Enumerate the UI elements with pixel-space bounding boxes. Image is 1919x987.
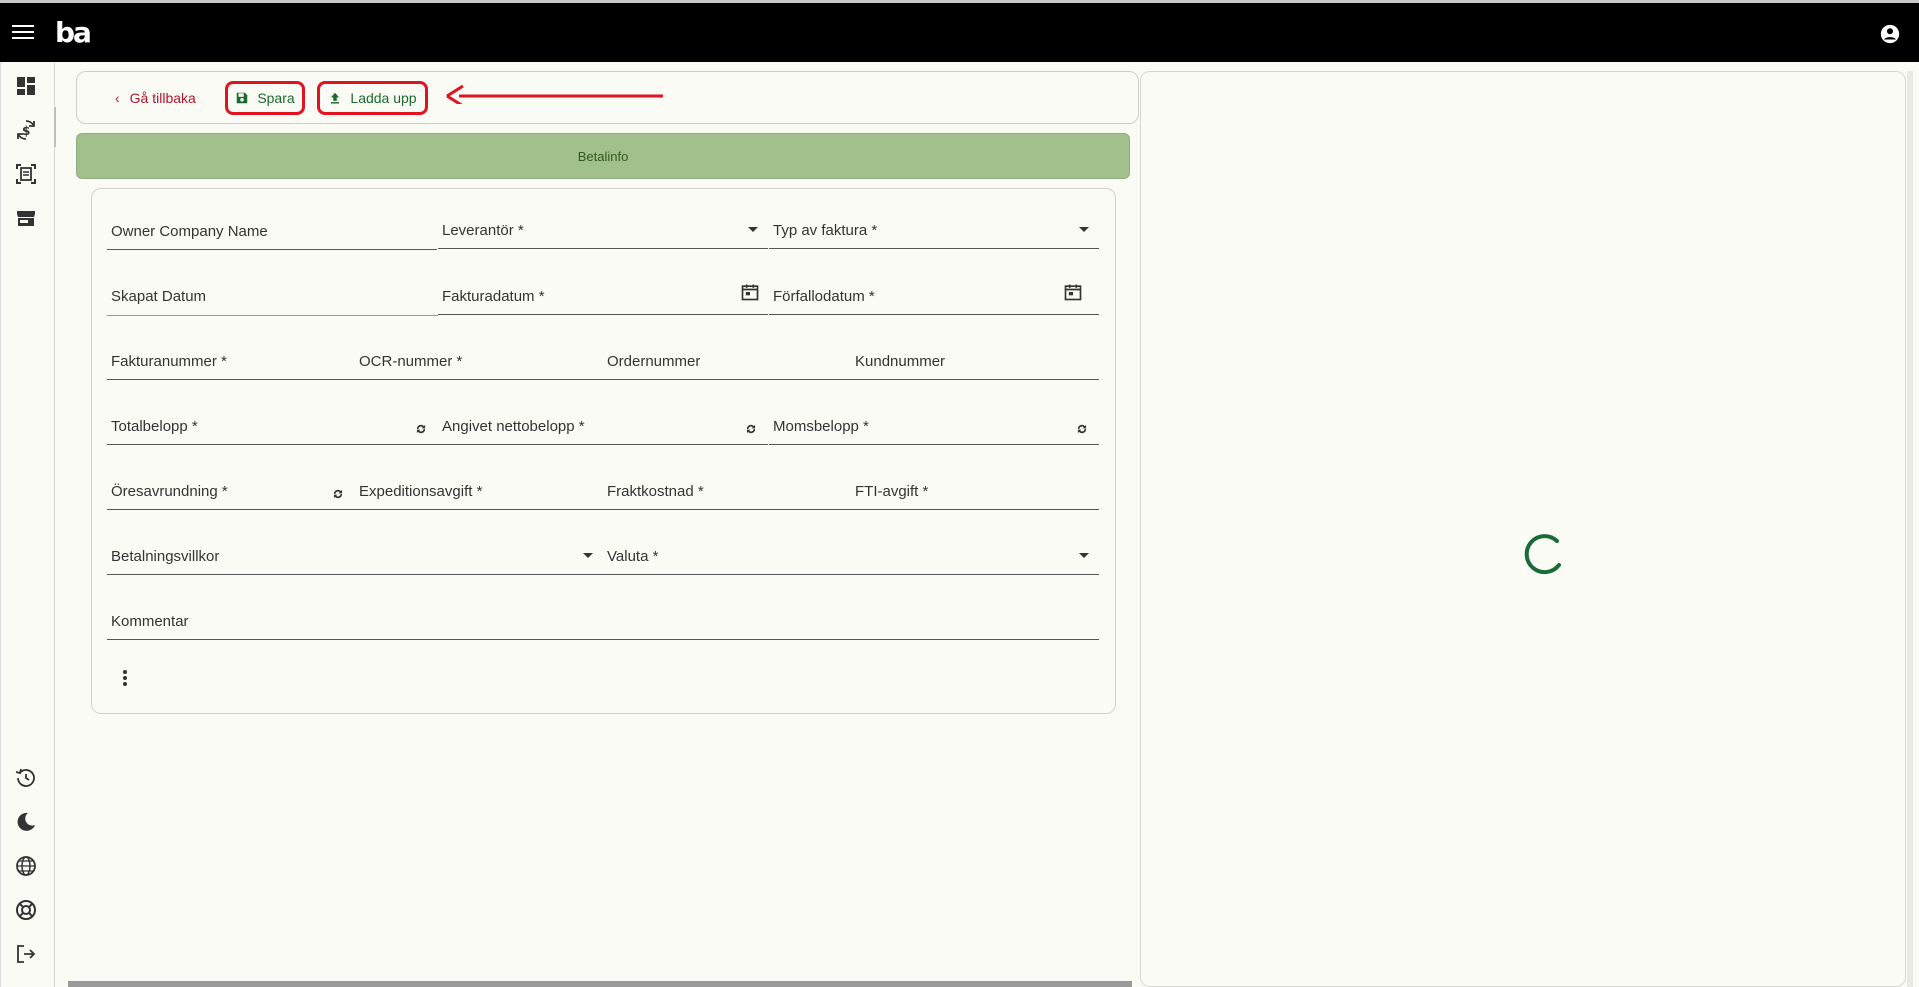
loading-spinner-icon xyxy=(1524,534,1561,575)
side-navigation: $ xyxy=(0,62,56,987)
recalculate-icon[interactable] xyxy=(744,422,758,436)
support-icon[interactable] xyxy=(14,898,38,922)
betalningsvillkor-label: Betalningsvillkor xyxy=(111,548,220,565)
owner-company-name-field[interactable]: Owner Company Name xyxy=(107,210,437,250)
dropdown-arrow-icon[interactable] xyxy=(748,227,758,232)
app-logo[interactable]: ba xyxy=(55,16,92,49)
svg-text:$: $ xyxy=(22,124,30,138)
valuta-label: Valuta * xyxy=(607,548,659,565)
forfallodatum-label: Förfallodatum * xyxy=(773,288,875,305)
active-indicator xyxy=(54,107,56,147)
expeditionsavgift-label: Expeditionsavgift * xyxy=(359,483,483,500)
document-scan-icon[interactable] xyxy=(14,162,38,186)
dropdown-arrow-icon[interactable] xyxy=(1079,227,1089,232)
skapat-datum-label: Skapat Datum xyxy=(111,288,207,305)
skapat-datum-field[interactable]: Skapat Datum xyxy=(107,275,437,315)
upload-icon xyxy=(331,92,340,104)
valuta-select[interactable]: Valuta * xyxy=(603,535,1099,575)
back-button-label: Gå tillbaka xyxy=(129,90,196,106)
fakturadatum-field[interactable]: Fakturadatum * xyxy=(438,275,768,315)
save-button-label: Spara xyxy=(257,90,295,106)
recalculate-icon[interactable] xyxy=(1075,422,1089,436)
fti-avgift-label: FTI-avgift * xyxy=(855,483,929,500)
leverantor-label: Leverantör * xyxy=(442,222,524,239)
fti-avgift-field[interactable]: FTI-avgift * xyxy=(851,470,1099,510)
currency-exchange-icon[interactable]: $ xyxy=(14,118,38,142)
account-circle-icon[interactable] xyxy=(1879,23,1901,45)
globe-icon[interactable] xyxy=(14,854,38,878)
fakturanummer-label: Fakturanummer * xyxy=(111,353,227,370)
dashboard-icon[interactable] xyxy=(14,74,38,98)
document-preview-panel xyxy=(1140,71,1906,987)
upload-button[interactable]: Ladda upp xyxy=(317,81,428,115)
logout-icon[interactable] xyxy=(14,942,38,966)
dropdown-arrow-icon[interactable] xyxy=(583,553,593,558)
save-icon xyxy=(237,92,248,104)
kundnummer-field[interactable]: Kundnummer xyxy=(851,340,1099,380)
angivet-nettobelopp-field[interactable]: Angivet nettobelopp * xyxy=(438,405,768,445)
hamburger-icon[interactable] xyxy=(12,25,34,41)
app-header: ba xyxy=(0,0,1919,62)
divider xyxy=(107,315,438,316)
ocr-nummer-label: OCR-nummer * xyxy=(359,353,463,370)
momsbelopp-field[interactable]: Momsbelopp * xyxy=(769,405,1099,445)
fakturanummer-field[interactable]: Fakturanummer * xyxy=(107,340,355,380)
typ-av-faktura-select[interactable]: Typ av faktura * xyxy=(769,209,1099,249)
calendar-icon[interactable] xyxy=(740,282,760,302)
oresavrundning-label: Öresavrundning * xyxy=(111,483,228,500)
angivet-nettobelopp-label: Angivet nettobelopp * xyxy=(442,418,585,435)
fraktkostnad-label: Fraktkostnad * xyxy=(607,483,704,500)
kommentar-field[interactable]: Kommentar xyxy=(107,600,1099,640)
dark-mode-icon[interactable] xyxy=(14,810,38,834)
betalningsvillkor-select[interactable]: Betalningsvillkor xyxy=(107,535,603,575)
leverantor-select[interactable]: Leverantör * xyxy=(438,209,768,249)
fakturadatum-label: Fakturadatum * xyxy=(442,288,545,305)
store-icon[interactable] xyxy=(14,206,38,230)
back-button[interactable]: ‹ Gå tillbaka xyxy=(115,85,196,111)
history-icon[interactable] xyxy=(14,766,38,790)
annotation-arrow xyxy=(446,84,663,104)
more-options-icon[interactable] xyxy=(123,670,129,688)
vertical-scrollbar[interactable] xyxy=(1907,71,1913,987)
recalculate-icon[interactable] xyxy=(331,487,345,501)
calendar-icon[interactable] xyxy=(1063,282,1083,302)
owner-company-name-label: Owner Company Name xyxy=(111,223,268,240)
horizontal-scrollbar[interactable] xyxy=(68,981,1132,987)
expeditionsavgift-field[interactable]: Expeditionsavgift * xyxy=(355,470,603,510)
momsbelopp-label: Momsbelopp * xyxy=(773,418,869,435)
upload-button-label: Ladda upp xyxy=(350,90,417,106)
forfallodatum-field[interactable]: Förfallodatum * xyxy=(769,275,1099,315)
ordernummer-field[interactable]: Ordernummer xyxy=(603,340,851,380)
oresavrundning-field[interactable]: Öresavrundning * xyxy=(107,470,355,510)
kundnummer-label: Kundnummer xyxy=(855,353,946,370)
typ-av-faktura-label: Typ av faktura * xyxy=(773,222,878,239)
totalbelopp-label: Totalbelopp * xyxy=(111,418,198,435)
kommentar-label: Kommentar xyxy=(111,613,189,630)
save-button[interactable]: Spara xyxy=(225,81,305,115)
tab-betalinfo[interactable]: Betalinfo xyxy=(76,133,1130,179)
dropdown-arrow-icon[interactable] xyxy=(1079,553,1089,558)
ocr-nummer-field[interactable]: OCR-nummer * xyxy=(355,340,603,380)
chevron-left-icon: ‹ xyxy=(115,90,120,106)
ordernummer-label: Ordernummer xyxy=(607,353,701,370)
recalculate-icon[interactable] xyxy=(414,422,428,436)
totalbelopp-field[interactable]: Totalbelopp * xyxy=(107,405,438,445)
fraktkostnad-field[interactable]: Fraktkostnad * xyxy=(603,470,851,510)
